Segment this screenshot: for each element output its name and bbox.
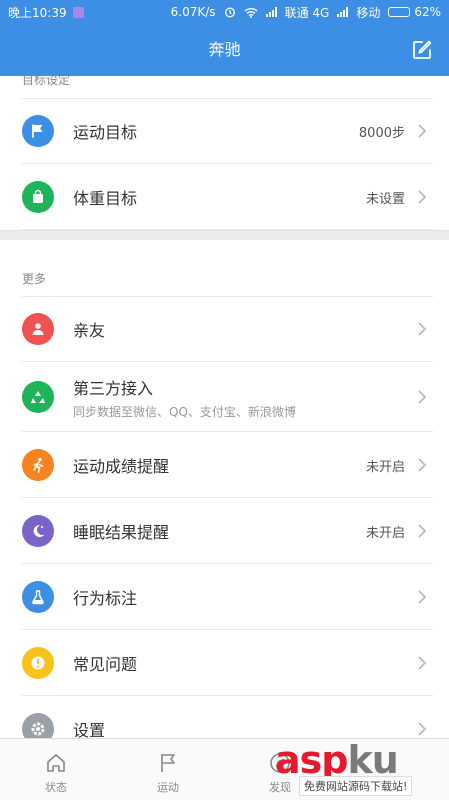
chevron-right-icon <box>418 190 427 204</box>
settings-scroll-area[interactable]: 目标设定 运动目标 8000步 体重目标 未设置 更多 亲友 第三方接入 同步数… <box>0 76 449 738</box>
row-exercise-goal[interactable]: 运动目标 8000步 <box>0 98 449 164</box>
battery-icon <box>388 7 411 17</box>
runner-icon <box>22 449 54 481</box>
row-label: 亲友 <box>73 321 106 340</box>
chevron-right-icon <box>418 124 427 138</box>
status-time: 晚上10:39 <box>8 5 67 20</box>
sleep-reminder-value: 未开启 <box>365 525 405 541</box>
chevron-right-icon <box>418 458 427 472</box>
section-header-goals: 目标设定 <box>0 76 449 98</box>
row-label: 运动目标 <box>73 123 138 142</box>
signal-icon-2 <box>337 7 349 17</box>
status-bar: 晚上10:39 6.07K/s 联通 4G 移动 62% <box>0 0 449 24</box>
bag-icon <box>22 181 54 213</box>
recycle-icon <box>22 381 54 413</box>
row-label: 行为标注 <box>73 589 138 608</box>
chevron-right-icon <box>418 322 427 336</box>
page-title: 奔驰 <box>208 40 241 59</box>
row-label: 设置 <box>73 721 106 738</box>
tab-status[interactable]: 状态 <box>0 739 112 800</box>
row-weight-goal[interactable]: 体重目标 未设置 <box>0 164 449 230</box>
row-label: 体重目标 <box>73 189 138 208</box>
chevron-right-icon <box>418 390 427 404</box>
row-label: 运动成绩提醒 <box>73 457 170 476</box>
chevron-right-icon <box>418 524 427 538</box>
moon-icon <box>22 515 54 547</box>
network-speed: 6.07K/s <box>170 5 216 19</box>
exclamation-icon <box>22 647 54 679</box>
notification-app-icon <box>72 6 84 18</box>
row-label: 常见问题 <box>73 655 138 674</box>
home-icon <box>47 754 65 772</box>
flask-icon <box>22 581 54 613</box>
row-sublabel: 同步数据至微信、QQ、支付宝、新浪微博 <box>73 404 296 419</box>
row-third-party[interactable]: 第三方接入 同步数据至微信、QQ、支付宝、新浪微博 <box>0 362 449 432</box>
flag-outline-icon <box>161 754 175 772</box>
weight-goal-value: 未设置 <box>365 191 405 207</box>
wifi-icon <box>244 7 258 18</box>
exercise-goal-value: 8000步 <box>358 125 405 141</box>
flag-icon <box>22 115 54 147</box>
tab-label: 运动 <box>157 781 179 794</box>
chevron-right-icon <box>418 656 427 670</box>
watermark-logo: aspku 免费网站源码下载站! <box>271 738 443 798</box>
gear-icon <box>22 713 54 738</box>
watermark-tagline: 免费网站源码下载站! <box>299 776 413 796</box>
section-header-more: 更多 <box>0 240 449 296</box>
battery-indicator: 62% <box>388 5 441 19</box>
row-label: 睡眠结果提醒 <box>73 523 170 542</box>
row-sleep-reminder[interactable]: 睡眠结果提醒 未开启 <box>0 498 449 564</box>
person-icon <box>22 313 54 345</box>
row-behavior-tags[interactable]: 行为标注 <box>0 564 449 630</box>
exercise-reminder-value: 未开启 <box>365 459 405 475</box>
tab-exercise[interactable]: 运动 <box>112 739 224 800</box>
row-exercise-reminder[interactable]: 运动成绩提醒 未开启 <box>0 432 449 498</box>
edit-icon[interactable] <box>411 39 433 61</box>
chevron-right-icon <box>418 590 427 604</box>
section-divider <box>0 230 449 240</box>
chevron-right-icon <box>418 722 427 736</box>
row-settings[interactable]: 设置 <box>0 696 449 738</box>
carrier-2: 移动 <box>356 5 381 20</box>
alarm-icon <box>224 7 235 18</box>
battery-percent: 62% <box>414 5 441 19</box>
app-header: 奔驰 <box>0 24 449 76</box>
row-faq[interactable]: 常见问题 <box>0 630 449 696</box>
tab-label: 状态 <box>45 781 67 794</box>
row-friends[interactable]: 亲友 <box>0 296 449 362</box>
carrier-1: 联通 4G <box>284 5 330 20</box>
signal-icon-1 <box>265 7 277 17</box>
row-label: 第三方接入 <box>73 378 154 398</box>
